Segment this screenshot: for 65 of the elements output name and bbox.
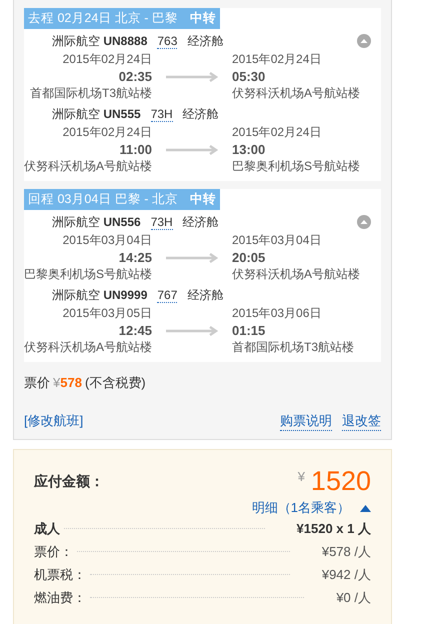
total-amount: 1520: [310, 466, 371, 497]
departure-airport: 巴黎奥利机场S号航站楼: [24, 266, 152, 283]
departure-airport: 伏努科沃机场A号航站楼: [24, 339, 152, 356]
transfer-tag: 中转: [190, 191, 216, 208]
collapse-icon[interactable]: [357, 34, 371, 48]
aircraft-link[interactable]: 73H: [150, 216, 173, 230]
trip-label: 去程 02月24日 北京 - 巴黎: [28, 10, 178, 27]
departure-airport: 伏努科沃机场A号航站楼: [24, 158, 152, 175]
aircraft-link[interactable]: 767: [157, 289, 178, 303]
arrival-airport: 首都国际机场T3航站楼: [232, 339, 356, 356]
departure-time: 02:35: [118, 68, 152, 85]
airline-name: 洲际航空 UN555: [52, 106, 141, 123]
collapse-icon[interactable]: [357, 215, 371, 229]
transfer-tag: 中转: [190, 10, 216, 27]
arrow-icon: [166, 252, 218, 262]
change-flight-link[interactable]: [修改航班]: [24, 412, 84, 431]
arrival-time: 20:05: [232, 249, 266, 266]
fee-value: ¥1520 x 1 人: [296, 520, 371, 538]
airline-name: 洲际航空 UN9999: [52, 287, 148, 304]
fare-label: 票价: [24, 374, 50, 392]
airline-name: 洲际航空 UN8888: [52, 33, 148, 50]
cabin-class: 经济舱: [187, 33, 224, 50]
arrival-time: 01:15: [232, 322, 266, 339]
currency-symbol: ¥: [298, 468, 305, 484]
departure-date: 2015年03月04日: [62, 232, 152, 249]
fee-label: 燃油费：: [34, 588, 86, 606]
caret-up-icon[interactable]: [360, 504, 371, 512]
cabin-class: 经济舱: [182, 106, 219, 123]
info-link[interactable]: 退改签: [342, 412, 381, 431]
fee-label: 票价：: [34, 542, 73, 560]
arrival-airport: 巴黎奥利机场S号航站楼: [232, 158, 362, 175]
arrival-time: 13:00: [232, 141, 266, 158]
arrival-time: 05:30: [232, 68, 266, 85]
departure-time: 11:00: [118, 141, 152, 158]
fee-value: ¥942 /人: [322, 566, 371, 584]
arrow-icon: [166, 144, 218, 154]
departure-date: 2015年02月24日: [62, 51, 152, 68]
arrow-icon: [166, 326, 218, 336]
arrival-date: 2015年02月24日: [232, 124, 322, 141]
cabin-class: 经济舱: [187, 287, 224, 304]
departure-airport: 首都国际机场T3航站楼: [28, 85, 152, 102]
arrival-date: 2015年03月06日: [232, 305, 322, 322]
amount-due-label: 应付金额：: [34, 472, 104, 490]
fee-value: ¥0 /人: [336, 588, 371, 606]
airline-name: 洲际航空 UN556: [52, 214, 141, 231]
arrival-airport: 伏努科沃机场A号航站楼: [232, 266, 362, 283]
arrival-airport: 伏努科沃机场A号航站楼: [232, 85, 362, 102]
trip-label: 回程 03月04日 巴黎 - 北京: [28, 191, 178, 208]
fee-value: ¥578 /人: [322, 542, 371, 560]
departure-time: 14:25: [118, 249, 152, 266]
fare-price: ¥578: [53, 375, 82, 390]
arrival-date: 2015年02月24日: [232, 51, 322, 68]
fare-note: (不含税费): [84, 374, 146, 392]
details-toggle[interactable]: 明细（1名乘客）: [252, 499, 350, 517]
aircraft-link[interactable]: 763: [157, 35, 178, 49]
departure-date: 2015年03月05日: [62, 305, 152, 322]
info-link[interactable]: 购票说明: [280, 412, 332, 431]
departure-date: 2015年02月24日: [62, 124, 152, 141]
fee-label: 成人: [34, 520, 60, 538]
departure-time: 12:45: [118, 322, 152, 339]
aircraft-link[interactable]: 73H: [150, 108, 173, 122]
arrival-date: 2015年03月04日: [232, 232, 322, 249]
arrow-icon: [166, 72, 218, 82]
fee-label: 机票税：: [34, 566, 86, 584]
cabin-class: 经济舱: [182, 214, 219, 231]
